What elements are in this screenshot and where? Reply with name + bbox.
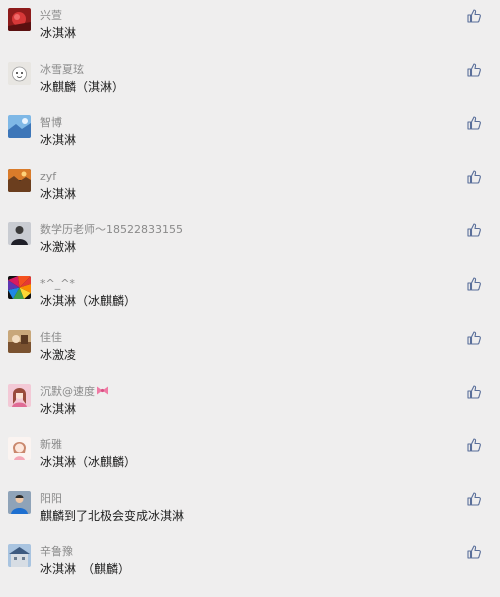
comment-text: 冰淇淋 — [40, 187, 77, 201]
pink-ribbon-icon — [97, 386, 108, 395]
comment-text: 麒麟到了北极会变成冰淇淋 — [40, 509, 185, 523]
thumbs-up-icon[interactable] — [466, 544, 482, 560]
avatar[interactable] — [8, 437, 31, 460]
brown-photo-avatar-icon — [8, 330, 31, 353]
thumbs-up-icon[interactable] — [466, 169, 482, 185]
avatar[interactable] — [8, 276, 31, 299]
thumbs-up-icon[interactable] — [466, 330, 482, 346]
person-dark-avatar-icon — [8, 222, 31, 245]
commenter-name[interactable]: *^_^* — [40, 277, 75, 291]
commenter-name[interactable]: 佳佳 — [40, 331, 62, 345]
comment-item: zyf 冰淇淋 — [0, 169, 500, 222]
rainbow-swirl-avatar-icon — [8, 276, 31, 299]
thumbs-up-icon[interactable] — [466, 8, 482, 24]
commenter-name[interactable]: zyf — [40, 170, 56, 184]
orange-landscape-avatar-icon — [8, 169, 31, 192]
boy-blue-avatar-icon — [8, 491, 31, 514]
girl-pink-avatar-icon — [8, 384, 31, 407]
comment-item: 阳阳 麒麟到了北极会变成冰淇淋 — [0, 491, 500, 544]
comment-list: 兴萱 冰淇淋 冰雪夏玹 冰麒麟（淇淋） 智博 冰淇淋 zyf 冰淇淋 数学历老师… — [0, 0, 500, 580]
thumbs-up-icon[interactable] — [466, 491, 482, 507]
avatar[interactable] — [8, 384, 31, 407]
commenter-name[interactable]: 沉默@速度 — [40, 385, 109, 399]
commenter-name[interactable]: 阳阳 — [40, 492, 62, 506]
comment-item: 数学历老师～18522833155 冰激淋 — [0, 222, 500, 275]
comment-item: 辛鲁豫 冰淇淋 （麒麟） — [0, 544, 500, 597]
comment-text: 冰淇淋 — [40, 402, 77, 416]
thumbs-up-icon[interactable] — [466, 222, 482, 238]
thumbs-up-icon[interactable] — [466, 62, 482, 78]
avatar[interactable] — [8, 544, 31, 567]
commenter-name[interactable]: 辛鲁豫 — [40, 545, 73, 559]
red-flower-avatar-icon — [8, 8, 31, 31]
thumbs-up-icon[interactable] — [466, 437, 482, 453]
avatar[interactable] — [8, 491, 31, 514]
commenter-name[interactable]: 智博 — [40, 116, 62, 130]
thumbs-up-icon[interactable] — [466, 384, 482, 400]
comment-item: 冰雪夏玹 冰麒麟（淇淋） — [0, 62, 500, 115]
commenter-name[interactable]: 数学历老师～18522833155 — [40, 223, 183, 237]
blue-sky-avatar-icon — [8, 115, 31, 138]
comment-item: 沉默@速度 冰淇淋 — [0, 384, 500, 437]
building-avatar-icon — [8, 544, 31, 567]
comment-item: 佳佳 冰激凌 — [0, 330, 500, 383]
comment-text: 冰麒麟（淇淋） — [40, 80, 125, 94]
comment-text: 冰激凌 — [40, 348, 77, 362]
comment-item: 智博 冰淇淋 — [0, 115, 500, 168]
avatar[interactable] — [8, 169, 31, 192]
avatar[interactable] — [8, 115, 31, 138]
avatar[interactable] — [8, 8, 31, 31]
comment-text: 冰淇淋 （麒麟） — [40, 562, 131, 576]
cartoon-girl-avatar-icon — [8, 437, 31, 460]
comment-text: 冰淇淋 — [40, 26, 77, 40]
comment-text: 冰淇淋（冰麒麟） — [40, 455, 137, 469]
avatar[interactable] — [8, 62, 31, 85]
comment-text: 冰淇淋 — [40, 133, 77, 147]
comment-item: *^_^* 冰淇淋（冰麒麟） — [0, 276, 500, 329]
avatar[interactable] — [8, 330, 31, 353]
comment-item: 新雅 冰淇淋（冰麒麟） — [0, 437, 500, 490]
comment-text: 冰淇淋（冰麒麟） — [40, 294, 137, 308]
thumbs-up-icon[interactable] — [466, 115, 482, 131]
cartoon-face-avatar-icon — [8, 62, 31, 85]
commenter-name[interactable]: 新雅 — [40, 438, 62, 452]
avatar[interactable] — [8, 222, 31, 245]
commenter-name[interactable]: 兴萱 — [40, 9, 62, 23]
commenter-name-text: 沉默@速度 — [40, 385, 95, 398]
thumbs-up-icon[interactable] — [466, 276, 482, 292]
commenter-name[interactable]: 冰雪夏玹 — [40, 63, 84, 77]
comment-text: 冰激淋 — [40, 240, 77, 254]
comment-item: 兴萱 冰淇淋 — [0, 8, 500, 61]
